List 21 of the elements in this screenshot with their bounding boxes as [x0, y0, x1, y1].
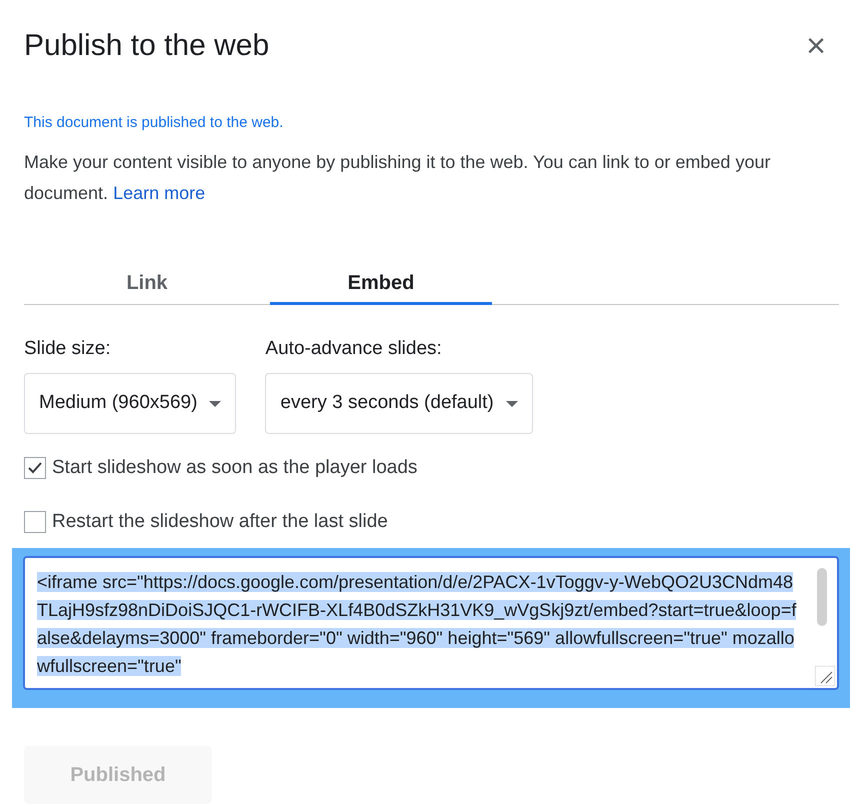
checkbox[interactable]: [24, 457, 46, 480]
checkbox[interactable]: [24, 510, 46, 533]
learn-more-link[interactable]: Learn more: [113, 182, 206, 202]
dropdown-caret-icon: [506, 400, 518, 406]
embed-code-text: <iframe src="https://docs.google.com/presentation/d/e/2PACX-1vToggv-y-WebQO2U3CNdm48TLajH9sfz98nDiDoiSJQC1-rWCIFB-XLf4B0dSZkH31VK9_wVgSkj9zt/embed?start=true&loop=false&delayms=3000" frameborder="0" width="960" height="569" allowfullscreen="true" mozallowfullscreen="true": [37, 571, 797, 678]
dialog-title: Publish to the web: [24, 28, 270, 64]
field-label: Slide size:: [24, 336, 112, 360]
tab[interactable]: Embed: [270, 264, 492, 304]
checkbox-label: Restart the slideshow after the last slide: [52, 510, 388, 534]
scrollbar-thumb: [817, 568, 827, 626]
resize-handle-icon: [815, 666, 835, 686]
publish-status: This document is published to the web.: [24, 113, 284, 133]
dropdown-caret-icon: [209, 400, 222, 406]
dropdown[interactable]: every 3 seconds (default): [265, 373, 533, 434]
field-label: Auto-advance slides:: [265, 336, 443, 360]
dropdown[interactable]: Medium (960x569): [24, 373, 236, 434]
close-button[interactable]: ×: [806, 26, 826, 66]
description-text: Make your content visible to anyone by publishing it to the web. You can link to or embed your document. Learn more: [24, 150, 772, 204]
checkbox-label: Start slideshow as soon as the player loads: [52, 456, 418, 480]
embed-code-field[interactable]: [23, 556, 839, 690]
tab[interactable]: Link: [24, 264, 270, 304]
